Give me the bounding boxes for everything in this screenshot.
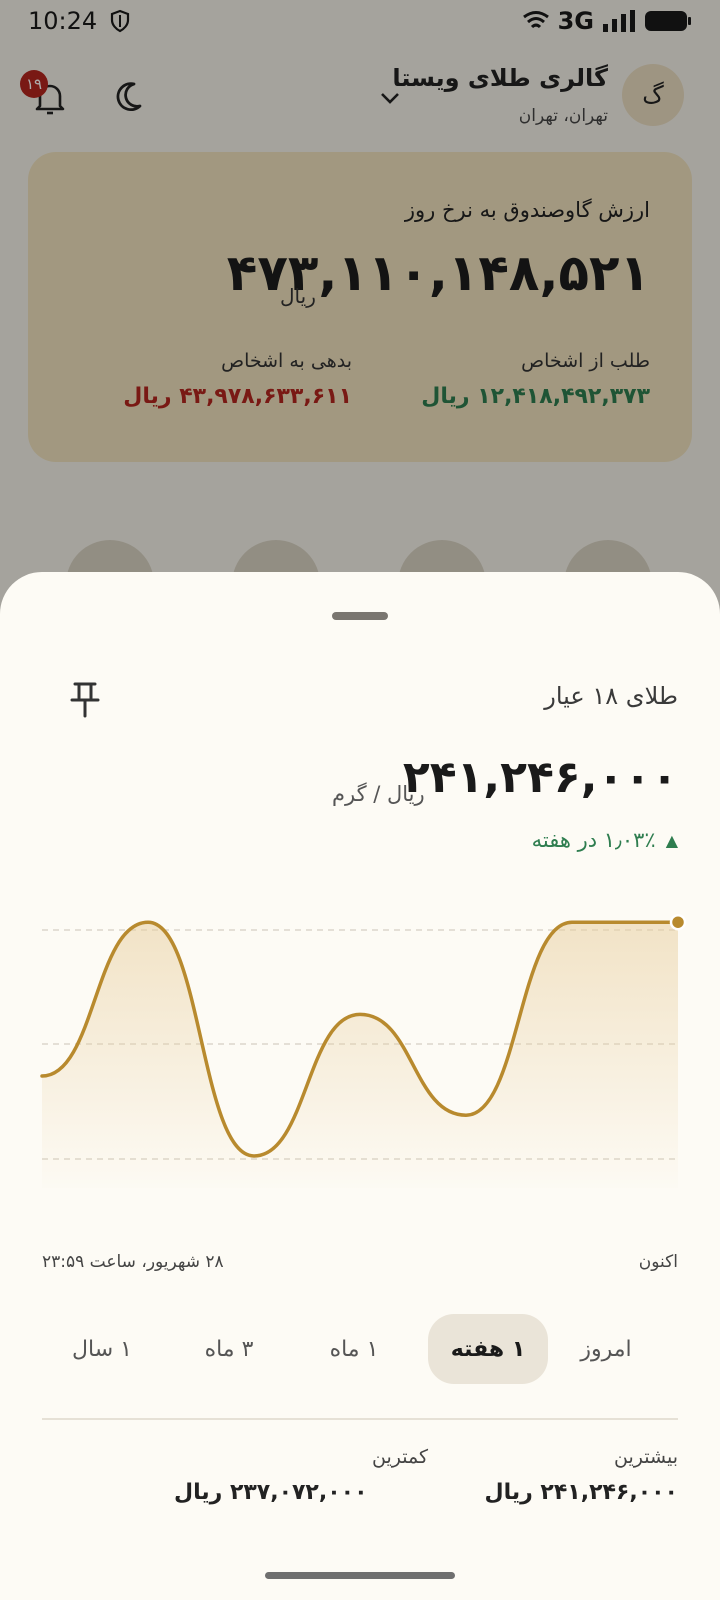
weekly-change: ▲ ۱٫۰۳٪ در هفته <box>532 828 678 852</box>
home-indicator[interactable] <box>265 1572 455 1579</box>
change-text: ۱٫۰۳٪ در هفته <box>531 828 656 852</box>
gold-title: طلای ۱۸ عیار <box>544 682 678 710</box>
min-label: کمترین <box>372 1446 428 1468</box>
max-value: ۲۴۱,۲۴۶,۰۰۰ ریال <box>484 1480 678 1505</box>
price-chart[interactable] <box>0 892 720 1192</box>
range-tabs: امروز ۱ هفته ۱ ماه ۳ ماه ۱ سال <box>40 1314 680 1384</box>
pin-icon[interactable] <box>68 680 102 720</box>
tab-1-month[interactable]: ۱ ماه <box>300 1314 408 1384</box>
bottom-sheet: طلای ۱۸ عیار ۲۴۱,۲۴۶,۰۰۰ ریال / گرم ▲ ۱٫… <box>0 572 720 1600</box>
tab-today[interactable]: امروز <box>552 1314 660 1384</box>
tab-3-months[interactable]: ۳ ماه <box>170 1314 288 1384</box>
min-value: ۲۳۷,۰۷۲,۰۰۰ ریال <box>174 1480 368 1505</box>
up-arrow-icon: ▲ <box>665 830 678 850</box>
drag-handle[interactable] <box>332 612 388 620</box>
axis-end-label: اکنون <box>638 1252 678 1272</box>
max-label: بیشترین <box>614 1446 678 1468</box>
tab-1-year[interactable]: ۱ سال <box>48 1314 156 1384</box>
chart-endpoint <box>669 913 687 931</box>
tab-1-week[interactable]: ۱ هفته <box>428 1314 548 1384</box>
axis-start-label: ۲۸ شهریور، ساعت ۲۳:۵۹ <box>42 1252 224 1272</box>
divider <box>42 1418 678 1420</box>
chart-area <box>42 922 678 1188</box>
price-value: ۲۴۱,۲۴۶,۰۰۰ <box>402 752 678 803</box>
price-unit: ریال / گرم <box>332 782 425 806</box>
